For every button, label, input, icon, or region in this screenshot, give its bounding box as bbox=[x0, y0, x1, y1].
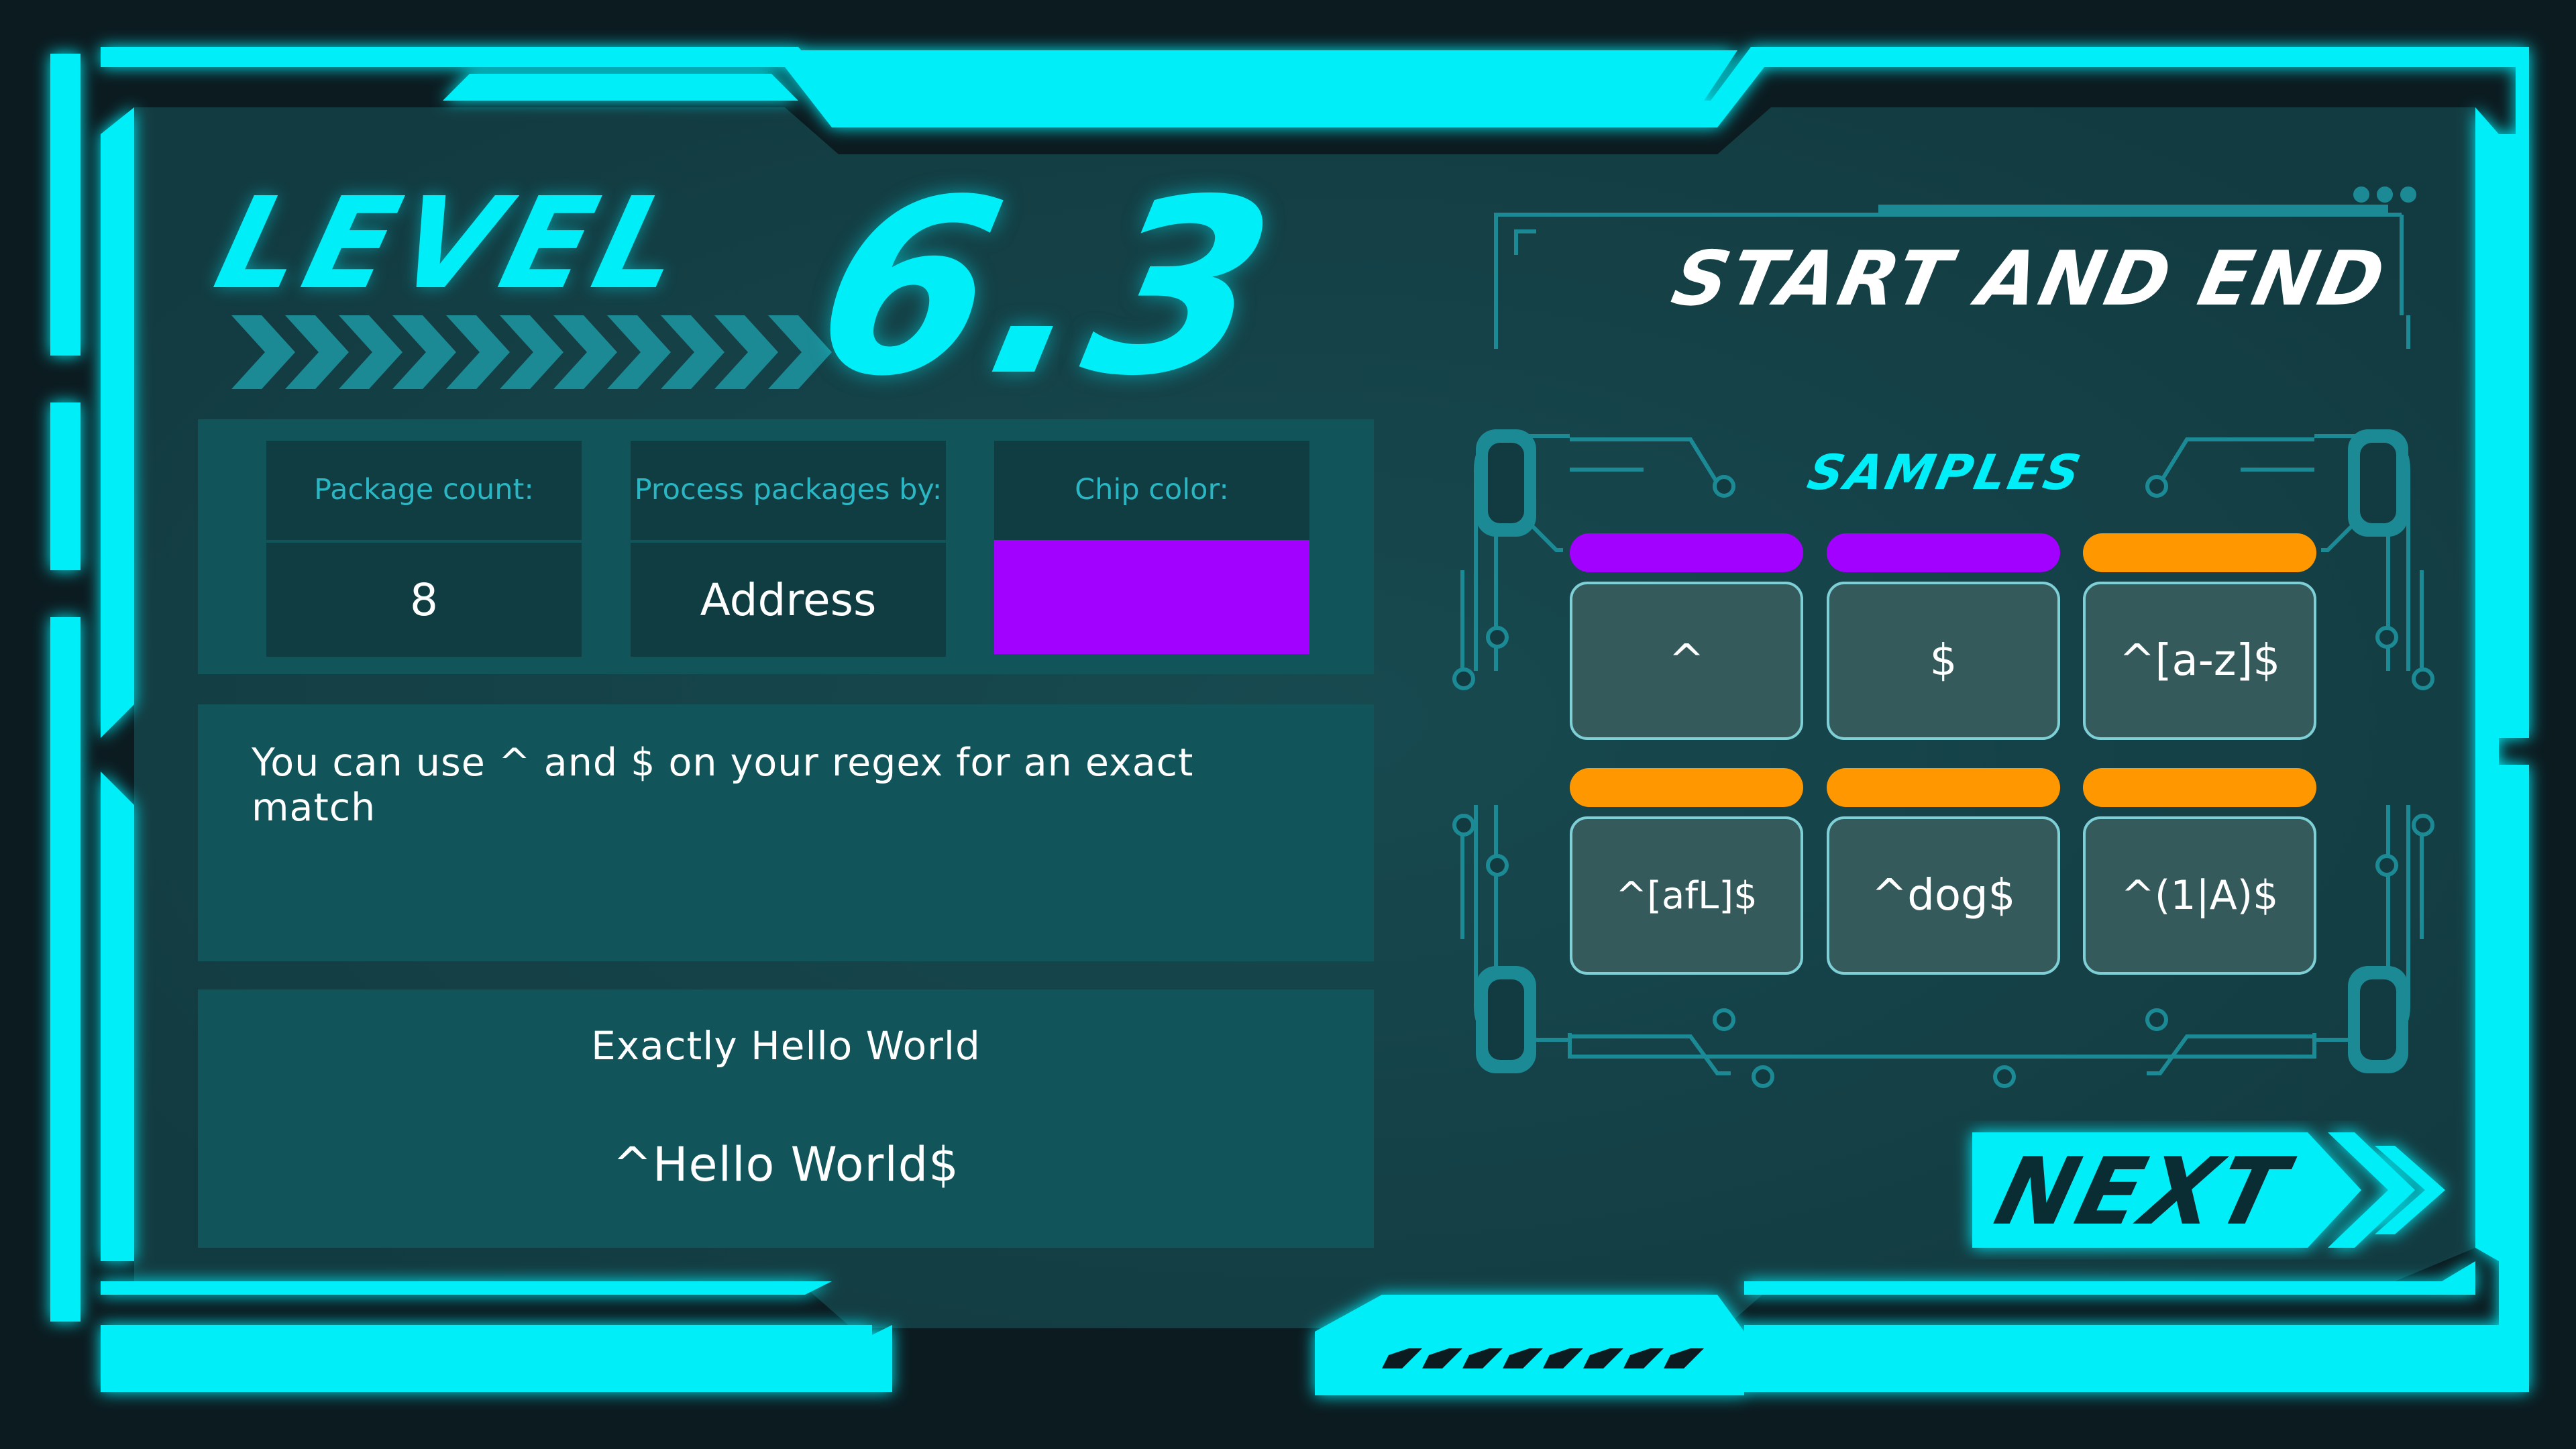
sample-chip-text: ^dog$ bbox=[1871, 871, 2016, 920]
sample-chip[interactable]: ^[a-z]$ bbox=[2083, 582, 2316, 740]
sample-chip-color-bar bbox=[1827, 533, 2060, 572]
example-panel: Exactly Hello World ^Hello World$ bbox=[198, 989, 1374, 1248]
sample-chip-text: ^(1|A)$ bbox=[2121, 872, 2279, 919]
example-title: Exactly Hello World bbox=[591, 1023, 981, 1069]
next-button-label: NEXT bbox=[1986, 1138, 2299, 1246]
chip-color-card: Chip color: bbox=[994, 441, 1309, 654]
sample-chip-text: ^[afL]$ bbox=[1615, 873, 1758, 918]
next-button[interactable]: NEXT bbox=[1972, 1132, 2442, 1248]
sample-chip[interactable]: $ bbox=[1827, 582, 2060, 740]
hint-text: You can use ^ and $ on your regex for an… bbox=[252, 741, 1194, 830]
sample-chip-color-bar bbox=[2083, 768, 2316, 807]
sample-chip[interactable]: ^dog$ bbox=[1827, 816, 2060, 975]
package-count-value: 8 bbox=[266, 540, 582, 657]
sample-chip[interactable]: ^[afL]$ bbox=[1570, 816, 1803, 975]
package-count-label: Package count: bbox=[266, 441, 582, 540]
hint-panel: You can use ^ and $ on your regex for an… bbox=[198, 704, 1374, 961]
chip-color-swatch bbox=[994, 540, 1309, 654]
chip-color-label: Chip color: bbox=[994, 441, 1309, 540]
sample-chip[interactable]: ^ bbox=[1570, 582, 1803, 740]
sample-chip-text: $ bbox=[1929, 636, 1957, 686]
level-label: LEVEL bbox=[203, 170, 704, 317]
level-number: 6.3 bbox=[795, 148, 1299, 429]
game-screen: LEVEL 6.3 START AND END Package count: 8… bbox=[0, 0, 2576, 1449]
level-title: START AND END bbox=[1664, 235, 2394, 323]
process-by-card: Process packages by: Address bbox=[631, 441, 946, 657]
example-pattern: ^Hello World$ bbox=[612, 1137, 959, 1192]
sample-chip[interactable]: ^(1|A)$ bbox=[2083, 816, 2316, 975]
package-count-card: Package count: 8 bbox=[266, 441, 582, 657]
samples-label: SAMPLES bbox=[1803, 444, 2088, 500]
sample-chip-color-bar bbox=[1827, 768, 2060, 807]
sample-chip-text: ^[a-z]$ bbox=[2118, 636, 2281, 686]
process-by-value: Address bbox=[631, 540, 946, 657]
sample-chip-color-bar bbox=[2083, 533, 2316, 572]
sample-chip-color-bar bbox=[1570, 533, 1803, 572]
sample-chip-text: ^ bbox=[1668, 636, 1705, 686]
process-by-label: Process packages by: bbox=[631, 441, 946, 540]
sample-chip-color-bar bbox=[1570, 768, 1803, 807]
